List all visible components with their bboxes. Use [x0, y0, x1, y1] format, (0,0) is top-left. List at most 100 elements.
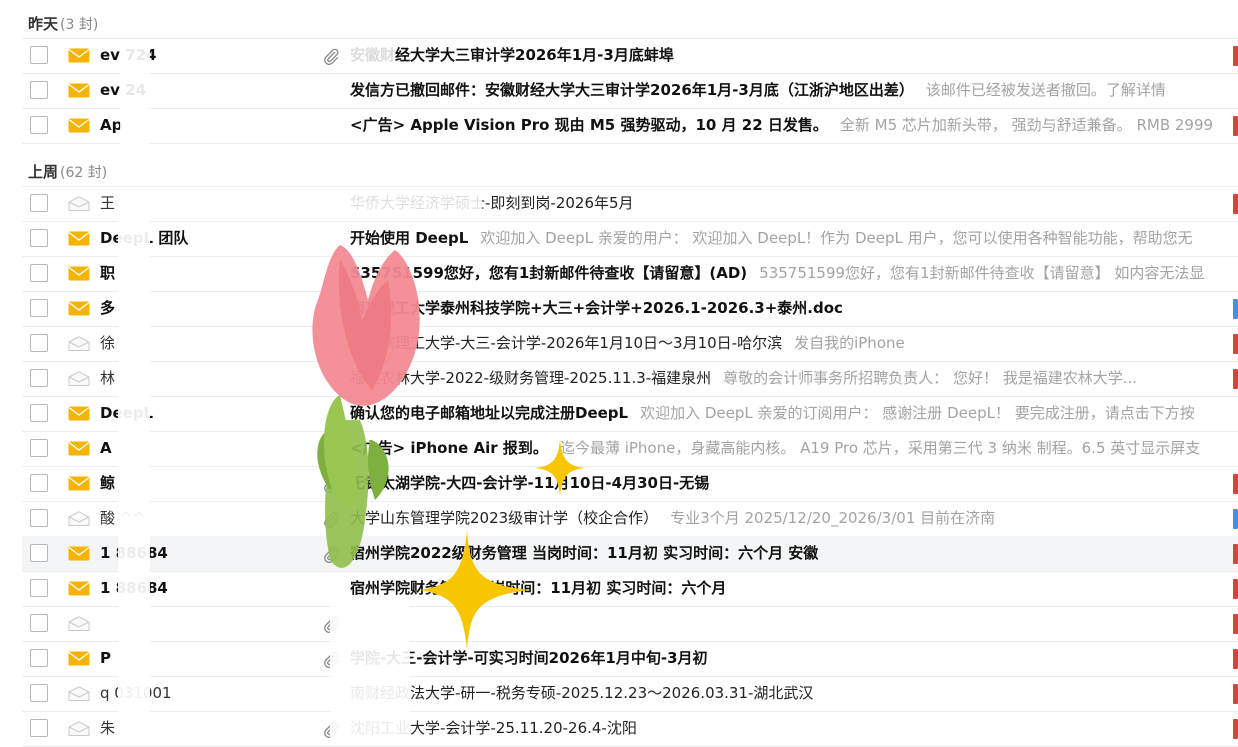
red-tag-marker[interactable]: [1233, 334, 1238, 354]
mail-content: 开始使用 DeepL 欢迎加入 DeepL 亲爱的用户： 欢迎加入 DeepL！作…: [350, 221, 1232, 256]
row-checkbox[interactable]: [30, 299, 48, 317]
row-checkbox[interactable]: [30, 334, 48, 352]
mail-preview: 全新 M5 芯片加新头带， 强劲与舒适兼备。 RMB 2999: [839, 116, 1214, 134]
mail-content: [350, 606, 1232, 641]
read-envelope-icon: [68, 686, 90, 701]
row-checkbox[interactable]: [30, 544, 48, 562]
row-checkbox[interactable]: [30, 229, 48, 247]
mail-row[interactable]: ev 724 安徽财经大学大三审计学2026年1月-3月底蚌埠: [22, 38, 1238, 74]
unread-envelope-icon: [68, 301, 90, 316]
mail-subject: 开始使用 DeepL: [350, 229, 469, 247]
mail-content: 确认您的电子邮箱地址以完成注册DeepL 欢迎加入 DeepL 亲爱的订阅用户： …: [350, 396, 1232, 431]
mail-row[interactable]: 林 福建农林大学-2022-级财务管理-2025.11.3-福建泉州 尊敬的会计师事…: [22, 361, 1238, 397]
red-tag-marker[interactable]: [1233, 684, 1238, 704]
mail-row[interactable]: 酸 ^^ 大学山东管理学院2023级审计学（校企合作） 专业3个月 2025/12/…: [22, 501, 1238, 537]
mail-row[interactable]: 1 88684 宿州学院财务管理 当岗时间：11月初 实习时间：六个月: [22, 571, 1238, 607]
mail-subject: 南财经政法大学-研一-税务专硕-2025.12.23～2026.03.31-湖北…: [350, 684, 814, 702]
mail-row[interactable]: 徐 哈尔滨理工大学-大三-会计学-2026年1月10日～3月10日-哈尔滨 发自我的…: [22, 326, 1238, 362]
row-checkbox[interactable]: [30, 116, 48, 134]
mail-preview: 迄今最薄 iPhone，身藏高能内核。 A19 Pro 芯片，采用第三代 3 纳…: [559, 439, 1201, 457]
mail-sender: A: [100, 439, 112, 457]
row-checkbox[interactable]: [30, 579, 48, 597]
row-checkbox[interactable]: [30, 369, 48, 387]
mail-subject: 发信方已撤回邮件：安徽财经大学大三审计学2026年1月-3月底（江浙沪地区出差）: [350, 81, 914, 99]
red-tag-marker[interactable]: [1233, 369, 1238, 389]
read-envelope-icon: [68, 336, 90, 351]
attachment-icon: [324, 48, 339, 65]
red-tag-marker[interactable]: [1233, 116, 1238, 136]
mail-row[interactable]: 王 华侨大学经济学硕士-即刻到岗-2026年5月: [22, 186, 1238, 222]
mail-sender: 鲸: [100, 474, 116, 492]
row-checkbox[interactable]: [30, 509, 48, 527]
attachment-icon: [324, 616, 339, 633]
red-tag-marker[interactable]: [1233, 474, 1238, 494]
mail-subject: 大学山东管理学院2023级审计学（校企合作）: [350, 509, 659, 527]
mail-content: 大学山东管理学院2023级审计学（校企合作） 专业3个月 2025/12/20_2…: [350, 501, 1232, 536]
row-checkbox[interactable]: [30, 614, 48, 632]
red-tag-marker[interactable]: [1233, 46, 1238, 66]
mail-sender: 酸 ^^: [100, 509, 145, 527]
group-header[interactable]: 上周 (62 封): [28, 160, 107, 184]
row-checkbox[interactable]: [30, 404, 48, 422]
read-envelope-icon: [68, 371, 90, 386]
mail-sender: 职: [100, 264, 116, 282]
mail-content: 沈阳工业大学-会计学-25.11.20-26.4-沈阳: [350, 711, 1232, 746]
mail-content: 无锡太湖学院-大四-会计学-11月10日-4月30日-无锡: [350, 466, 1232, 501]
mail-sender: 林: [100, 369, 116, 387]
row-checkbox[interactable]: [30, 439, 48, 457]
red-tag-marker[interactable]: [1233, 579, 1238, 599]
red-tag-marker[interactable]: [1233, 194, 1238, 214]
mail-row[interactable]: DeepL 团队 开始使用 DeepL 欢迎加入 DeepL 亲爱的用户： 欢迎加入…: [22, 221, 1238, 257]
attachment-icon: [324, 721, 339, 738]
mail-subject: 南京理工大学泰州科技学院+大三+会计学+2026.1-2026.3+泰州.doc: [350, 299, 843, 317]
mail-sender: DeepL 团队: [100, 229, 189, 247]
mail-row[interactable]: [22, 606, 1238, 642]
row-checkbox[interactable]: [30, 684, 48, 702]
mail-sender: ev 724: [100, 46, 157, 64]
mail-row[interactable]: Ap <广告> Apple Vision Pro 现由 M5 强势驱动，10 月 …: [22, 108, 1238, 144]
mail-sender: DeepL: [100, 404, 154, 422]
unread-envelope-icon: [68, 546, 90, 561]
red-tag-marker[interactable]: [1233, 649, 1238, 669]
mail-row[interactable]: 1 88684 宿州学院2022级财务管理 当岗时间：11月初 实习时间：六个月 …: [22, 536, 1238, 572]
mail-row[interactable]: 鲸 无锡太湖学院-大四-会计学-11月10日-4月30日-无锡: [22, 466, 1238, 502]
mail-row[interactable]: A <广告> iPhone Air 报到。 迄今最薄 iPhone，身藏高能内核。 …: [22, 431, 1238, 467]
mail-preview: 欢迎加入 DeepL 亲爱的用户： 欢迎加入 DeepL！作为 DeepL 用户…: [480, 229, 1193, 247]
mail-content: 宿州学院财务管理 当岗时间：11月初 实习时间：六个月: [350, 571, 1232, 606]
group-header-count: (62 封): [60, 165, 108, 181]
mail-sender: 王: [100, 194, 116, 212]
mail-subject: 安徽财经大学大三审计学2026年1月-3月底蚌埠: [350, 46, 674, 64]
mail-row[interactable]: 多 南京理工大学泰州科技学院+大三+会计学+2026.1-2026.3+泰州.do…: [22, 291, 1238, 327]
mail-sender: [100, 606, 320, 641]
mail-row[interactable]: ev 24 发信方已撤回邮件：安徽财经大学大三审计学2026年1月-3月底（江浙沪…: [22, 73, 1238, 109]
read-envelope-icon: [68, 511, 90, 526]
blue-tag-marker[interactable]: [1233, 509, 1238, 529]
red-tag-marker[interactable]: [1233, 614, 1238, 634]
mail-subject: 哈尔滨理工大学-大三-会计学-2026年1月10日～3月10日-哈尔滨: [350, 334, 783, 352]
row-checkbox[interactable]: [30, 719, 48, 737]
group-header[interactable]: 昨天 (3 封): [28, 12, 98, 36]
row-checkbox[interactable]: [30, 46, 48, 64]
row-checkbox[interactable]: [30, 264, 48, 282]
mail-row[interactable]: 朱 沈阳工业大学-会计学-25.11.20-26.4-沈阳: [22, 711, 1238, 747]
group-header-label: 昨天: [28, 15, 59, 33]
red-tag-marker[interactable]: [1233, 544, 1238, 564]
mail-content: <广告> Apple Vision Pro 现由 M5 强势驱动，10 月 22…: [350, 108, 1232, 143]
mail-subject: 宿州学院财务管理 当岗时间：11月初 实习时间：六个月: [350, 579, 727, 597]
mail-row[interactable]: P 学院-大三-会计学-可实习时间2026年1月中旬-3月初: [22, 641, 1238, 677]
mail-row[interactable]: 职 535751599您好，您有1封新邮件待查收【请留意】(AD) 53575159…: [22, 256, 1238, 292]
row-checkbox[interactable]: [30, 194, 48, 212]
mail-sender: 徐: [100, 334, 116, 352]
mail-row[interactable]: q 031001 南财经政法大学-研一-税务专硕-2025.12.23～2026.…: [22, 676, 1238, 712]
blue-tag-marker[interactable]: [1233, 299, 1238, 319]
mail-row[interactable]: DeepL 确认您的电子邮箱地址以完成注册DeepL 欢迎加入 DeepL 亲爱的订…: [22, 396, 1238, 432]
row-checkbox[interactable]: [30, 649, 48, 667]
unread-envelope-icon: [68, 651, 90, 666]
row-checkbox[interactable]: [30, 474, 48, 492]
red-tag-marker[interactable]: [1233, 719, 1238, 739]
mail-sender: 朱: [100, 719, 116, 737]
row-checkbox[interactable]: [30, 81, 48, 99]
mail-sender: 1 88684: [100, 579, 168, 597]
mail-content: 535751599您好，您有1封新邮件待查收【请留意】(AD) 535751599…: [350, 256, 1232, 291]
mail-content: 发信方已撤回邮件：安徽财经大学大三审计学2026年1月-3月底（江浙沪地区出差）…: [350, 73, 1232, 108]
